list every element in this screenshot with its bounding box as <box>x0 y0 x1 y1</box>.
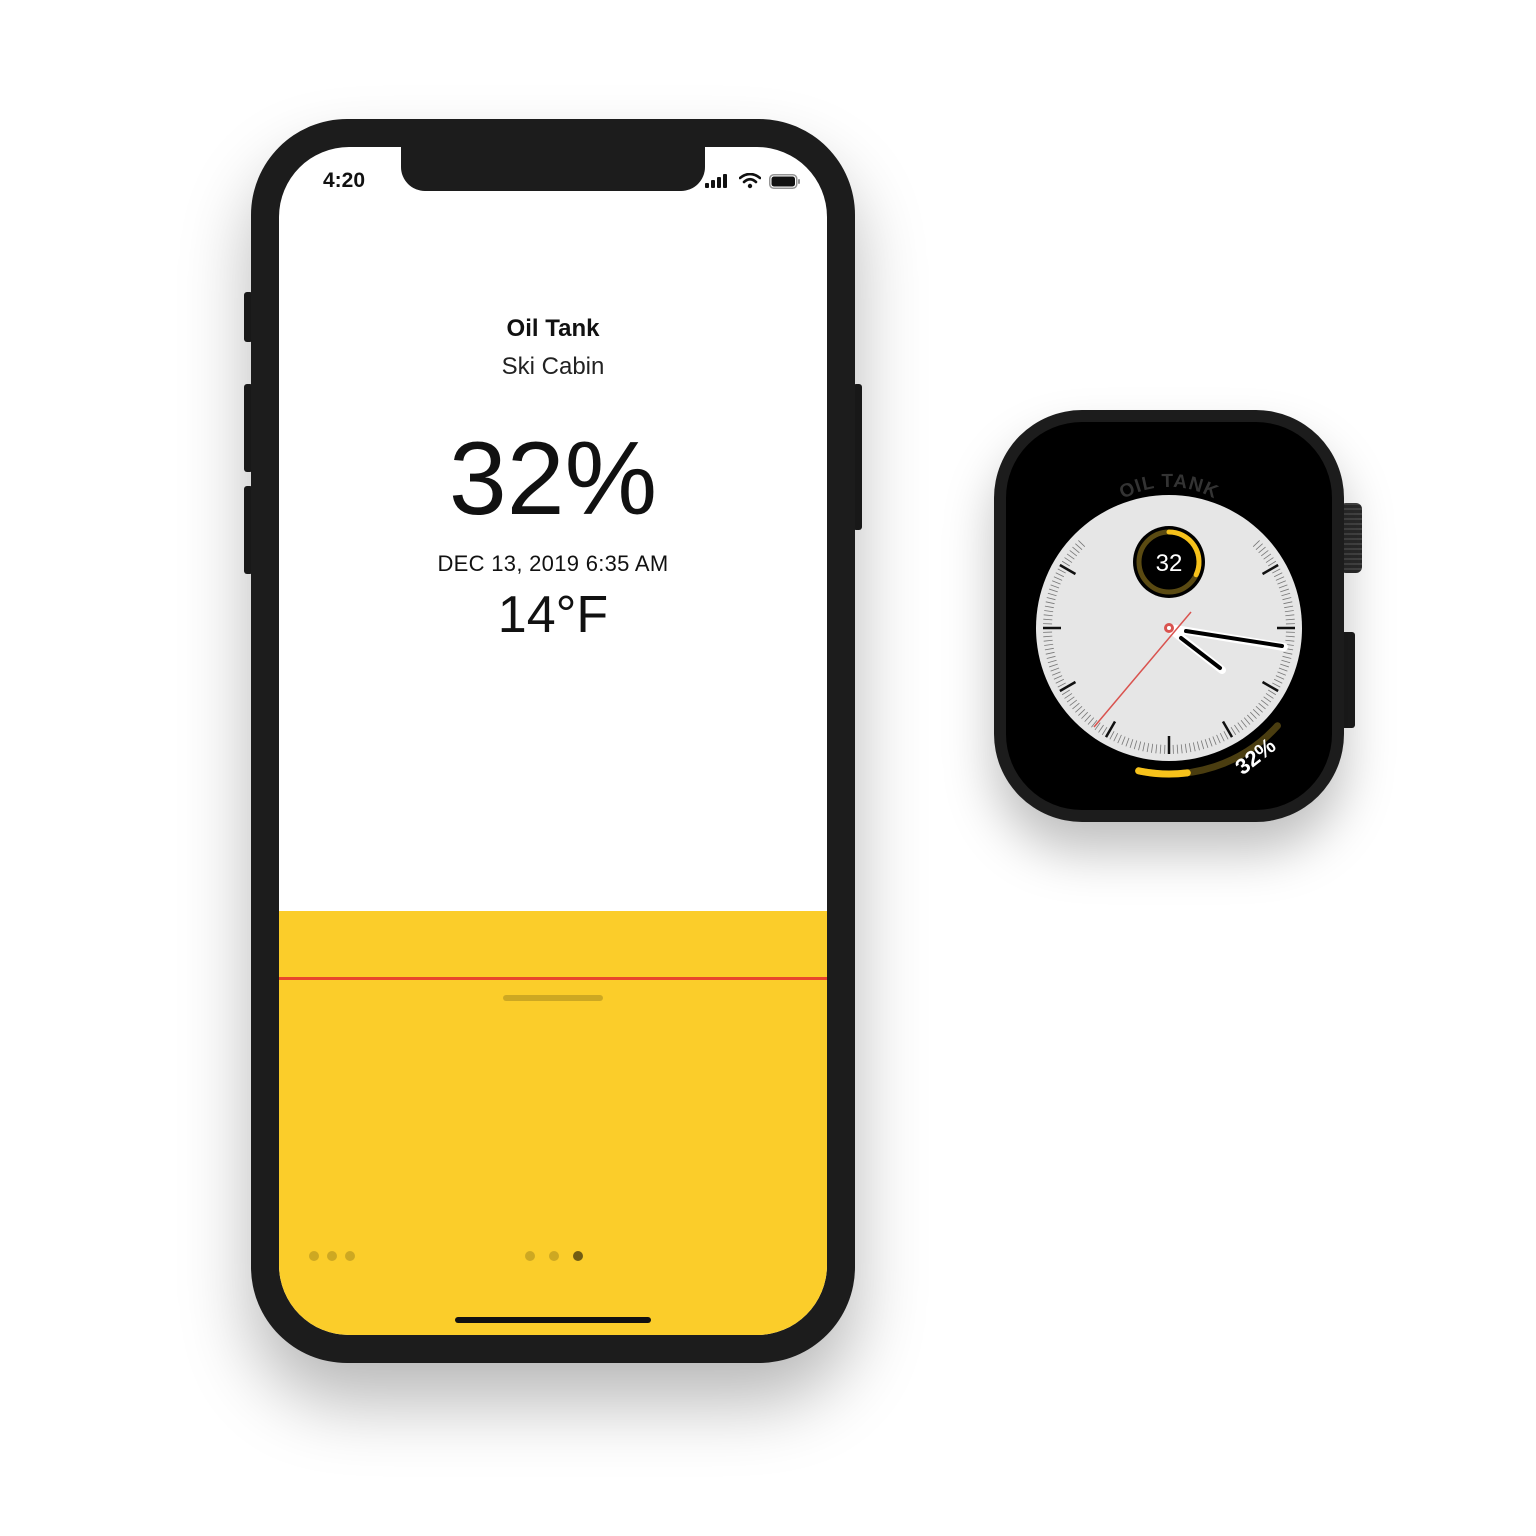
page-dot[interactable] <box>525 1251 535 1261</box>
cellular-signal-icon <box>705 174 727 188</box>
tank-location: Ski Cabin <box>501 353 605 380</box>
wifi-icon <box>739 173 761 189</box>
level-percent: 32% <box>448 421 658 537</box>
watch-screen: OIL TANK 32 32% <box>1006 422 1332 810</box>
page-dot[interactable] <box>327 1251 337 1261</box>
phone-device: 4:20 Oil Tank Ski Cabin 32% DEC 13, 2019 <box>251 119 855 1363</box>
status-time: 4:20 <box>323 169 366 192</box>
threshold-line <box>279 977 827 980</box>
reading-timestamp: DEC 13, 2019 6:35 AM <box>437 551 669 576</box>
tank-level-fill <box>279 911 827 1335</box>
phone-screen: 4:20 Oil Tank Ski Cabin 32% DEC 13, 2019 <box>279 147 827 1335</box>
page-dot[interactable] <box>345 1251 355 1261</box>
battery-icon <box>769 173 800 189</box>
status-icons <box>705 173 801 189</box>
page-dot[interactable] <box>549 1251 559 1261</box>
notch <box>401 147 705 191</box>
gauge-fill <box>1135 767 1191 778</box>
page-dot-active[interactable] <box>573 1251 583 1261</box>
temperature: 14°F <box>497 586 609 644</box>
page-dot[interactable] <box>309 1251 319 1261</box>
drag-handle[interactable] <box>503 995 603 1001</box>
home-indicator[interactable] <box>455 1317 651 1323</box>
page-indicator[interactable] <box>525 1251 583 1261</box>
watch-device: OIL TANK 32 32% <box>994 410 1344 822</box>
watch-face: OIL TANK 32 32% <box>1036 471 1302 779</box>
tank-title: Oil Tank <box>506 315 600 342</box>
complication-value: 32 <box>1156 550 1183 577</box>
page-dots-left[interactable] <box>309 1251 355 1261</box>
hand-pivot-center <box>1167 626 1171 630</box>
